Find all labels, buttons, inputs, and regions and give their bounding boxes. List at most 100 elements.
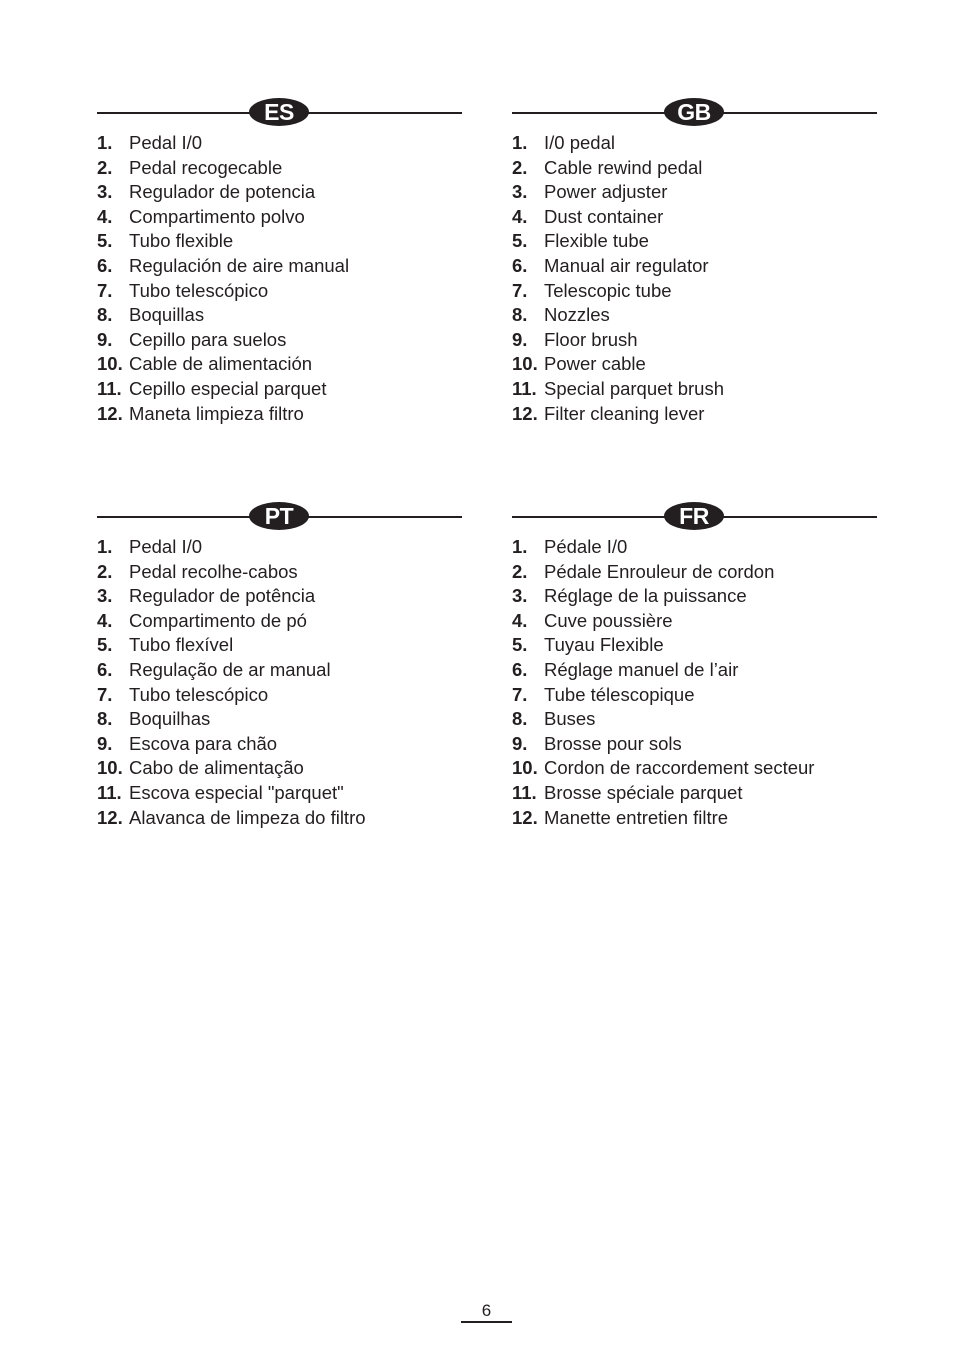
list-item: 9. Escova para chão <box>97 732 462 757</box>
list-item: 1. I/0 pedal <box>512 131 877 156</box>
item-label: Cabo de alimentação <box>129 757 304 779</box>
list-item: 9. Floor brush <box>512 328 877 353</box>
item-number: 6. <box>512 254 528 276</box>
item-number: 1. <box>97 132 113 153</box>
item-label: Regulador de potência <box>129 585 316 607</box>
item-label: I/0 pedal <box>544 132 615 153</box>
list-item: 9. Brosse pour sols <box>512 732 877 757</box>
item-label: Compartimento polvo <box>129 205 305 227</box>
item-number: 6. <box>97 658 113 680</box>
item-number: 8. <box>97 304 113 326</box>
item-number: 3. <box>97 181 113 203</box>
item-number: 5. <box>512 634 528 656</box>
parts-list: 1. Pedal I/0 2. Pedal recolhe-cabos 3. Regula… <box>97 535 462 830</box>
item-number: 9. <box>512 732 528 754</box>
item-number: 2. <box>512 560 528 582</box>
item-label: Power adjuster <box>544 181 668 203</box>
item-label: Pedal recolhe-cabos <box>129 560 298 582</box>
item-label: Boquillas <box>129 304 205 326</box>
page-number-rule <box>461 1321 512 1323</box>
list-item: 10. Power cable <box>512 352 877 377</box>
language-badge: ES <box>249 98 309 126</box>
item-label: Filter cleaning lever <box>544 402 705 424</box>
item-number: 9. <box>512 328 528 350</box>
item-label: Cable de alimentación <box>129 353 313 375</box>
item-number: 10. <box>512 757 538 779</box>
list-item: 3. Power adjuster <box>512 180 877 205</box>
item-label: Pedal I/0 <box>129 132 203 153</box>
list-item: 3. Réglage de la puissance <box>512 584 877 609</box>
list-item: 6. Réglage manuel de l’air <box>512 658 877 683</box>
list-item: 5. Tubo flexível <box>97 633 462 658</box>
list-item: 1. Pedal I/0 <box>97 131 462 156</box>
item-number: 3. <box>512 585 528 607</box>
item-number: 3. <box>512 181 528 203</box>
item-number: 6. <box>512 658 528 680</box>
item-number: 11. <box>97 377 122 399</box>
section-header: FR <box>512 501 877 533</box>
item-label: Boquilhas <box>129 708 211 730</box>
item-label: Brosse pour sols <box>544 732 682 754</box>
list-item: 1. Pedal I/0 <box>97 535 462 560</box>
item-number: 5. <box>97 634 113 656</box>
language-badge: GB <box>664 98 724 126</box>
item-number: 8. <box>512 708 528 730</box>
item-label: Alavanca de limpeza do filtro <box>129 806 366 828</box>
list-item: 12. Maneta limpieza filtro <box>97 402 462 427</box>
item-number: 4. <box>97 205 113 227</box>
item-label: Brosse spéciale parquet <box>544 781 743 803</box>
item-number: 7. <box>97 683 113 705</box>
list-item: 7. Tubo telescópico <box>97 279 462 304</box>
list-item: 11. Special parquet brush <box>512 377 877 402</box>
list-item: 8. Nozzles <box>512 303 877 328</box>
item-number: 1. <box>512 536 528 557</box>
list-item: 6. Manual air regulator <box>512 254 877 279</box>
list-item: 4. Compartimento de pó <box>97 609 462 634</box>
section-fr: FR 1. Pédale I/0 2. Pédale Enrouleur de cor… <box>512 501 877 830</box>
item-label: Regulador de potencia <box>129 181 316 203</box>
page-footer: 6 <box>461 1302 512 1323</box>
parts-list: 1. Pédale I/0 2. Pédale Enrouleur de cordon… <box>512 535 877 830</box>
list-item: 11. Cepillo especial parquet <box>97 377 462 402</box>
list-item: 7. Tube télescopique <box>512 683 877 708</box>
item-label: Flexible tube <box>544 230 649 252</box>
item-number: 4. <box>512 205 528 227</box>
list-item: 8. Boquilhas <box>97 707 462 732</box>
item-number: 4. <box>97 609 113 631</box>
item-number: 7. <box>97 279 113 301</box>
list-item: 4. Cuve poussière <box>512 609 877 634</box>
item-label: Pédale I/0 <box>544 536 628 557</box>
section-pt: PT 1. Pedal I/0 2. Pedal recolhe-cabos 3. Reg… <box>97 501 462 830</box>
item-number: 6. <box>97 254 113 276</box>
item-number: 10. <box>97 353 123 375</box>
list-item: 4. Compartimento polvo <box>97 205 462 230</box>
item-label: Tubo flexível <box>129 634 234 656</box>
item-number: 11. <box>512 377 537 399</box>
item-number: 7. <box>512 279 528 301</box>
list-item: 10. Cabo de alimentação <box>97 756 462 781</box>
list-item: 7. Telescopic tube <box>512 279 877 304</box>
item-number: 2. <box>97 156 113 178</box>
item-number: 7. <box>512 683 528 705</box>
item-number: 12. <box>97 402 123 424</box>
list-item: 5. Tubo flexible <box>97 229 462 254</box>
list-item: 1. Pédale I/0 <box>512 535 877 560</box>
parts-list: 1. I/0 pedal 2. Cable rewind pedal 3. Power a… <box>512 131 877 426</box>
item-number: 12. <box>512 402 538 424</box>
item-number: 9. <box>97 328 113 350</box>
item-label: Buses <box>544 708 596 730</box>
item-label: Tuyau Flexible <box>544 634 664 656</box>
item-number: 8. <box>512 304 528 326</box>
parts-list: 1. Pedal I/0 2. Pedal recogecable 3. Regulado… <box>97 131 462 426</box>
list-item: 5. Flexible tube <box>512 229 877 254</box>
list-item: 10. Cordon de raccordement secteur <box>512 756 877 781</box>
list-item: 10. Cable de alimentación <box>97 352 462 377</box>
list-item: 12. Manette entretien filtre <box>512 806 877 831</box>
section-header: ES <box>97 97 462 129</box>
list-item: 12. Filter cleaning lever <box>512 402 877 427</box>
item-label: Nozzles <box>544 304 610 326</box>
section-gb: GB 1. I/0 pedal 2. Cable rewind pedal 3. Powe… <box>512 97 877 426</box>
list-item: 6. Regulação de ar manual <box>97 658 462 683</box>
item-label: Pedal recogecable <box>129 156 283 178</box>
item-label: Maneta limpieza filtro <box>129 402 304 424</box>
